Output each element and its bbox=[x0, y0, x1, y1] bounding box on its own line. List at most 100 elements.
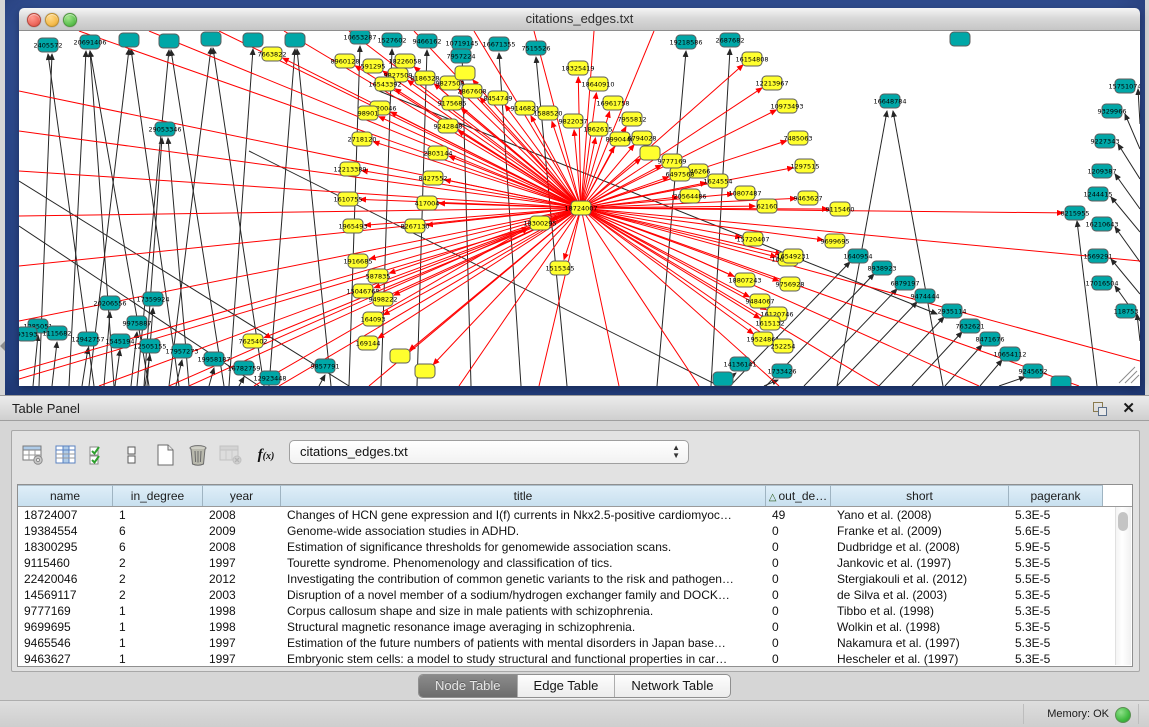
graph-node[interactable] bbox=[201, 32, 221, 46]
table-row[interactable]: 911546021997Tourette syndrome. Phenomeno… bbox=[18, 555, 1132, 571]
graph-node[interactable]: 2935114 bbox=[938, 304, 967, 318]
graph-node[interactable]: 252254 bbox=[771, 339, 796, 353]
graph-node[interactable]: 16671355 bbox=[482, 37, 515, 51]
graph-node[interactable] bbox=[640, 146, 660, 160]
graph-node[interactable]: 15751074 bbox=[1108, 79, 1140, 93]
network-window[interactable]: citations_edges.txt 18724007240557220691… bbox=[19, 8, 1140, 385]
column-header-out_de[interactable]: △out_de… bbox=[766, 485, 831, 506]
table-row[interactable]: 1830029562008Estimation of significance … bbox=[18, 539, 1132, 555]
citation-network-graph[interactable]: 1872400724055722069140610653287152760294… bbox=[19, 31, 1140, 386]
graph-node[interactable]: 1297515 bbox=[791, 159, 820, 173]
table-row[interactable]: 1938455462009Genome-wide association stu… bbox=[18, 523, 1132, 539]
column-header-pagerank[interactable]: pagerank bbox=[1009, 485, 1103, 506]
graph-node[interactable]: 164093 bbox=[361, 312, 386, 326]
close-panel-icon[interactable]: ✕ bbox=[1122, 399, 1135, 417]
graph-node[interactable]: 591295 bbox=[361, 59, 386, 73]
table-row[interactable]: 969969511998Structural magnetic resonanc… bbox=[18, 619, 1132, 635]
graph-node[interactable]: 587835 bbox=[366, 269, 391, 283]
graph-node[interactable]: 1244415 bbox=[1084, 187, 1113, 201]
table-selector-dropdown[interactable]: citations_edges.txt ▲▼ bbox=[289, 440, 689, 464]
table-settings-icon[interactable] bbox=[18, 440, 48, 470]
graph-node[interactable]: 8938923 bbox=[868, 261, 897, 275]
graph-node[interactable]: 12213389 bbox=[333, 162, 366, 176]
graph-node[interactable]: 16961758 bbox=[596, 96, 629, 110]
table-row[interactable]: 946554611997Estimation of the future num… bbox=[18, 635, 1132, 651]
memory-status-indicator[interactable] bbox=[1115, 707, 1131, 723]
show-column-icon[interactable] bbox=[51, 440, 81, 470]
graph-node[interactable] bbox=[390, 349, 410, 363]
graph-node[interactable]: 10654112 bbox=[993, 347, 1026, 361]
graph-node[interactable]: 15720407 bbox=[736, 232, 769, 246]
table-row[interactable]: 1872400712008Changes of HCN gene express… bbox=[18, 507, 1132, 523]
graph-node[interactable]: 17359924 bbox=[136, 292, 169, 306]
graph-node[interactable]: 9857791 bbox=[311, 359, 340, 373]
graph-node[interactable]: 17957273 bbox=[165, 344, 198, 358]
graph-node[interactable]: 118753 bbox=[1114, 304, 1139, 318]
table-vertical-scrollbar[interactable] bbox=[1115, 507, 1131, 665]
graph-node[interactable]: 98901 bbox=[358, 106, 379, 120]
graph-node[interactable]: 1733426 bbox=[768, 364, 797, 378]
graph-node[interactable]: 17016504 bbox=[1085, 276, 1118, 290]
graph-node[interactable]: 10719145 bbox=[445, 36, 478, 50]
graph-node[interactable]: 18325419 bbox=[561, 61, 594, 75]
graph-node[interactable]: 9115460 bbox=[826, 202, 855, 216]
graph-node[interactable] bbox=[285, 33, 305, 47]
graph-node[interactable] bbox=[1051, 376, 1071, 386]
node-attribute-table[interactable]: namein_degreeyeartitle△out_de…shortpager… bbox=[17, 484, 1133, 667]
graph-node[interactable]: 1209387 bbox=[1088, 164, 1117, 178]
graph-node[interactable]: 16648784 bbox=[873, 94, 906, 108]
graph-node[interactable]: 9699695 bbox=[821, 234, 850, 248]
graph-node[interactable]: 6879197 bbox=[891, 276, 920, 290]
graph-node[interactable]: 8454749 bbox=[484, 91, 513, 105]
graph-node[interactable]: 2687682 bbox=[716, 33, 745, 47]
graph-node[interactable] bbox=[159, 34, 179, 48]
graph-node[interactable]: 1916685 bbox=[344, 254, 373, 268]
tab-edge-table[interactable]: Edge Table bbox=[518, 675, 616, 697]
table-row[interactable]: 2242004622012Investigating the contribut… bbox=[18, 571, 1132, 587]
graph-node[interactable]: 1862615 bbox=[584, 122, 613, 136]
graph-node[interactable]: 12213967 bbox=[755, 76, 788, 90]
column-header-short[interactable]: short bbox=[831, 485, 1009, 506]
graph-node[interactable]: 18807243 bbox=[728, 273, 761, 287]
graph-node[interactable]: 20564486 bbox=[673, 189, 706, 203]
graph-node[interactable]: 14136141 bbox=[723, 357, 756, 371]
graph-node[interactable]: 7663822 bbox=[258, 47, 287, 61]
graph-node[interactable]: 7957224 bbox=[447, 49, 476, 63]
network-window-titlebar[interactable]: citations_edges.txt bbox=[19, 8, 1140, 31]
graph-node[interactable]: 19218586 bbox=[669, 35, 702, 49]
graph-node[interactable]: 9463627 bbox=[794, 191, 823, 205]
tab-network-table[interactable]: Network Table bbox=[615, 675, 729, 697]
graph-node[interactable]: 16210643 bbox=[1085, 217, 1118, 231]
graph-node[interactable]: 7625402 bbox=[239, 334, 268, 348]
row-height-icon[interactable] bbox=[117, 440, 147, 470]
graph-node[interactable] bbox=[119, 33, 139, 47]
scrollbar-thumb[interactable] bbox=[1118, 512, 1128, 531]
graph-node[interactable]: 62160 bbox=[757, 199, 778, 213]
graph-node[interactable]: 12942757 bbox=[71, 332, 104, 346]
graph-node[interactable]: 18226058 bbox=[388, 54, 421, 68]
graph-node[interactable]: 9474444 bbox=[911, 289, 940, 303]
graph-node[interactable]: 93193 bbox=[19, 327, 37, 341]
graph-node[interactable]: 9975887 bbox=[123, 316, 152, 330]
graph-node[interactable]: 20691406 bbox=[73, 35, 106, 49]
graph-node[interactable]: 12505155 bbox=[133, 339, 166, 353]
graph-node[interactable]: 16782759 bbox=[227, 361, 260, 375]
graph-node[interactable]: 1640954 bbox=[844, 249, 873, 263]
graph-node[interactable] bbox=[950, 32, 970, 46]
graph-node[interactable] bbox=[415, 364, 435, 378]
graph-node[interactable]: 7955812 bbox=[618, 112, 647, 126]
graph-node[interactable]: 9329966 bbox=[1098, 104, 1127, 118]
graph-node[interactable]: 7485063 bbox=[784, 131, 813, 145]
float-panel-icon[interactable] bbox=[1093, 402, 1107, 416]
graph-node[interactable]: 169144 bbox=[356, 336, 381, 350]
column-header-name[interactable]: name bbox=[18, 485, 113, 506]
table-row[interactable]: 1456911722003Disruption of a novel membe… bbox=[18, 587, 1132, 603]
column-header-in_degree[interactable]: in_degree bbox=[113, 485, 203, 506]
table-row[interactable]: 946362711997Embryonic stem cells: a mode… bbox=[18, 651, 1132, 667]
graph-node[interactable]: 8471676 bbox=[976, 332, 1005, 346]
graph-node[interactable]: 8215955 bbox=[1061, 206, 1090, 220]
tab-node-table[interactable]: Node Table bbox=[419, 675, 518, 697]
graph-node[interactable]: 7515526 bbox=[522, 41, 551, 55]
graph-node[interactable]: 9227343 bbox=[1091, 134, 1120, 148]
graph-node[interactable]: 10807487 bbox=[728, 186, 761, 200]
